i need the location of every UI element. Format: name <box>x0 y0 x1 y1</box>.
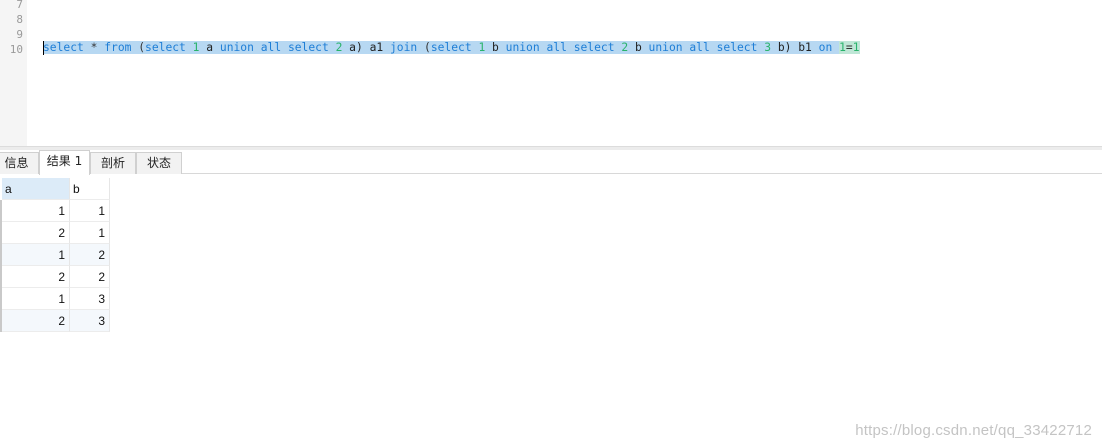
code-token: from <box>104 41 132 54</box>
code-token: a) a1 <box>342 41 390 54</box>
code-token: 1 <box>852 41 860 54</box>
code-token: ( <box>131 41 146 54</box>
table-cell[interactable]: 1 <box>70 222 110 244</box>
tab-result-1-label: 结果 1 <box>46 154 83 168</box>
code-token <box>566 41 574 54</box>
tab-result-1[interactable]: 结果 1 <box>39 150 90 175</box>
line-number: 7 <box>16 0 23 11</box>
line-number-gutter: 7 8 9 10 <box>0 0 27 146</box>
code-token: on <box>818 41 833 54</box>
table-cell[interactable]: 1 <box>2 244 70 266</box>
table-cell[interactable]: 1 <box>70 200 110 222</box>
code-token <box>328 41 336 54</box>
result-tab-bar: 信息 结果 1 剖析 状态 <box>0 150 1102 175</box>
code-token: all <box>689 41 710 54</box>
text-caret <box>43 41 44 55</box>
line-number: 9 <box>16 28 23 41</box>
code-token <box>253 41 261 54</box>
tab-info[interactable]: 信息 <box>0 152 39 174</box>
code-token: select <box>287 41 329 54</box>
code-token <box>281 41 288 54</box>
table-cell[interactable]: 2 <box>70 266 110 288</box>
code-token: = <box>845 41 853 54</box>
code-token: union <box>505 41 540 54</box>
code-token: select <box>145 41 186 54</box>
tab-status-label: 状态 <box>146 156 171 170</box>
code-token: b) b1 <box>771 41 819 54</box>
code-token: ( <box>417 41 431 54</box>
code-token: * <box>83 41 105 54</box>
code-token <box>709 41 717 54</box>
code-token: union <box>219 41 254 54</box>
code-token: 3 <box>764 41 772 54</box>
table-cell[interactable]: 1 <box>2 288 70 310</box>
tab-info-label: 信息 <box>4 156 29 170</box>
code-token: all <box>260 41 282 54</box>
code-token: select <box>430 41 472 54</box>
column-header-a[interactable]: a <box>2 178 70 200</box>
code-token: a <box>199 41 220 54</box>
line-number: 8 <box>16 13 23 26</box>
table-cell[interactable]: 2 <box>70 244 110 266</box>
code-token: b <box>628 41 649 54</box>
watermark-url: https://blog.csdn.net/qq_33422712 <box>855 422 1092 439</box>
code-token: select <box>716 41 758 54</box>
table-cell[interactable]: 1 <box>2 200 70 222</box>
tab-profile[interactable]: 剖析 <box>90 152 136 174</box>
code-token: all <box>546 41 567 54</box>
code-token: b <box>485 41 506 54</box>
code-token: union <box>648 41 683 54</box>
code-token: 1 <box>839 41 846 54</box>
tab-status[interactable]: 状态 <box>136 152 182 174</box>
column-header-b[interactable]: b <box>70 178 110 200</box>
table-cell[interactable]: 2 <box>2 310 70 332</box>
line-number: 10 <box>9 43 23 56</box>
table-cell[interactable]: 3 <box>70 310 110 332</box>
code-token <box>185 41 193 54</box>
code-line-10[interactable]: select * from (select 1 a union all sele… <box>43 40 860 56</box>
table-cell[interactable]: 2 <box>2 222 70 244</box>
sql-editor[interactable]: 7 8 9 10 select * from (select 1 a union… <box>0 0 1102 146</box>
code-token: select <box>43 41 84 54</box>
code-token: join <box>389 41 418 54</box>
table-cell[interactable]: 2 <box>2 266 70 288</box>
table-cell[interactable]: 3 <box>70 288 110 310</box>
code-token: select <box>573 41 615 54</box>
tab-profile-label: 剖析 <box>100 156 125 170</box>
